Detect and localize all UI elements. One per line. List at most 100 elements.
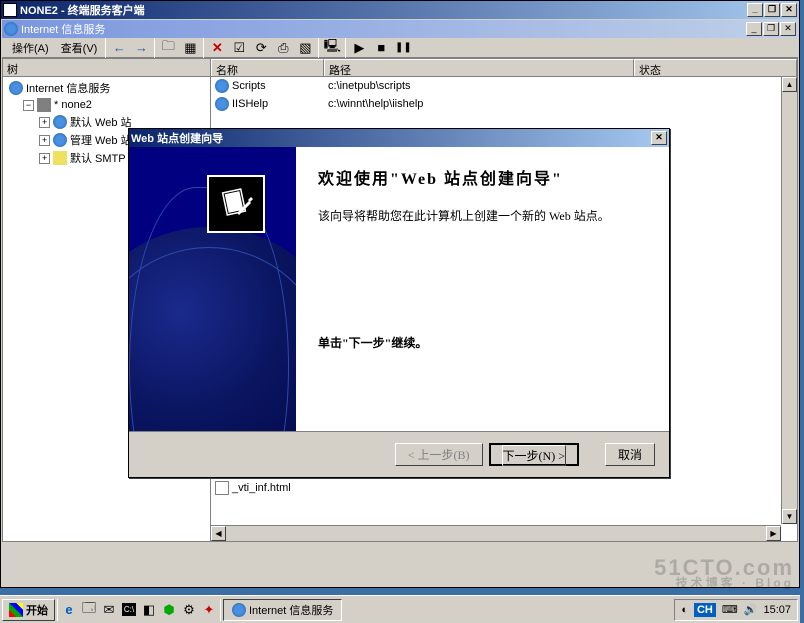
toolbar-show-button[interactable]: ▦ [179, 37, 201, 59]
inner-maximize-button[interactable]: ❐ [763, 22, 779, 36]
toolbar-back-button[interactable]: ← [108, 37, 130, 59]
expand-icon[interactable]: + [39, 117, 50, 128]
vdir-icon [215, 79, 229, 93]
cell-name: _vti_inf.html [232, 482, 291, 494]
taskbar-task-iis[interactable]: Internet 信息服务 [223, 599, 342, 621]
outer-maximize-button[interactable]: ❐ [764, 3, 780, 17]
expand-icon[interactable]: + [39, 135, 50, 146]
ql-app2-button[interactable]: ⬢ [160, 600, 178, 620]
mail-icon [53, 151, 67, 165]
ql-ie-button[interactable]: e [60, 600, 78, 620]
ime-indicator[interactable]: CH [694, 603, 716, 617]
toolbar-computer-button[interactable]: 🖳 [321, 37, 343, 59]
tree-node-computer[interactable]: − * none2 [5, 97, 208, 113]
computer-icon: 🖳 [324, 37, 341, 59]
cell-path: c:\winnt\help\iishelp [328, 98, 423, 110]
wizard-title-text: Web 站点创建向导 [131, 130, 651, 146]
tree-header: 树 [3, 59, 210, 77]
inner-titlebar[interactable]: Internet 信息服务 _ ❐ ✕ [2, 20, 798, 38]
expand-icon[interactable]: + [39, 153, 50, 164]
iis-icon [232, 603, 246, 617]
pause-icon: ❚❚ [395, 42, 412, 53]
toolbar-pause-button[interactable]: ❚❚ [392, 37, 414, 59]
app-icon: ◧ [143, 602, 155, 618]
export-icon: ⎙ [278, 40, 288, 56]
properties-icon: ☑ [234, 40, 246, 56]
ql-outlook-button[interactable]: ✉ [100, 600, 118, 620]
tree-child-label: 默认 SMTP / [70, 150, 132, 166]
wizard-next-button[interactable]: 下一步(N) > [489, 443, 579, 466]
wizard-heading: 欢迎使用"Web 站点创建向导" [318, 165, 647, 189]
start-label: 开始 [26, 602, 48, 618]
wizard-titlebar[interactable]: Web 站点创建向导 ✕ [129, 129, 669, 147]
tree-root[interactable]: Internet 信息服务 [5, 79, 208, 97]
list-row[interactable]: IISHelp c:\winnt\help\iishelp [211, 95, 797, 113]
inner-close-button[interactable]: ✕ [780, 22, 796, 36]
scrollbar-vertical[interactable]: ▲ ▼ [781, 77, 797, 524]
app-icon: ⚙ [183, 602, 195, 618]
list-row[interactable]: Scripts c:\inetpub\scripts [211, 77, 797, 95]
wizard-close-button[interactable]: ✕ [651, 131, 667, 145]
inner-title: Internet 信息服务 [21, 21, 746, 37]
menubar: 操作(A) 查看(V) ← → 🗀 ▦ ✕ ☑ ⟳ ⎙ ▧ 🖳 ▶ ■ ❚❚ [2, 38, 798, 58]
scroll-left-button[interactable]: ◀ [211, 526, 226, 541]
windows-icon [9, 603, 23, 617]
column-path[interactable]: 路径 [324, 59, 634, 76]
outer-titlebar[interactable]: NONE2 - 终端服务客户端 _ ❐ ✕ [1, 1, 799, 19]
toolbar-stop-button[interactable]: ■ [370, 37, 392, 59]
collapse-icon[interactable]: − [23, 100, 34, 111]
help-icon: ▧ [299, 40, 311, 56]
scroll-down-button[interactable]: ▼ [782, 509, 797, 524]
toolbar-forward-button[interactable]: → [130, 37, 152, 59]
column-status[interactable]: 状态 [634, 59, 797, 76]
app-icon: ⬢ [163, 602, 174, 618]
clock[interactable]: 15:07 [763, 604, 791, 616]
desktop-icon: 🗔 [82, 599, 96, 621]
outer-title: NONE2 - 终端服务客户端 [20, 2, 747, 18]
tray-sound-icon[interactable]: 🔊 [744, 603, 758, 616]
taskbar: 开始 e 🗔 ✉ C:\ ◧ ⬢ ⚙ ✦ Internet 信息服务 ◐ CH … [0, 595, 800, 623]
toolbar-play-button[interactable]: ▶ [348, 37, 370, 59]
tree-child-label: 默认 Web 站 [70, 114, 132, 130]
wizard-main: 欢迎使用"Web 站点创建向导" 该向导将帮助您在此计算机上创建一个新的 Web… [296, 147, 669, 431]
outer-minimize-button[interactable]: _ [747, 3, 763, 17]
ql-app1-button[interactable]: ◧ [140, 600, 158, 620]
show-icon: ▦ [184, 40, 196, 56]
toolbar-refresh-button[interactable]: ⟳ [250, 37, 272, 59]
scroll-up-button[interactable]: ▲ [782, 77, 797, 92]
toolbar-delete-button[interactable]: ✕ [206, 37, 228, 59]
system-tray[interactable]: ◐ CH ⌨ 🔊 15:07 [674, 599, 798, 621]
column-name[interactable]: 名称 [211, 59, 324, 76]
list-row[interactable]: _vti_inf.html [211, 479, 797, 497]
wizard-back-button: < 上一步(B) [395, 443, 483, 466]
folder-up-icon: 🗀 [162, 37, 175, 59]
tray-keyboard-icon[interactable]: ⌨ [722, 603, 738, 616]
toolbar-properties-button[interactable]: ☑ [228, 37, 250, 59]
globe-icon [9, 81, 23, 95]
scrollbar-horizontal[interactable]: ◀ ▶ [211, 525, 781, 541]
ql-app4-button[interactable]: ✦ [200, 600, 218, 620]
menu-view[interactable]: 查看(V) [55, 38, 104, 58]
tree-child-label: 管理 Web 站 [70, 132, 132, 148]
cell-name: IISHelp [232, 98, 268, 110]
cmd-icon: C:\ [122, 603, 136, 616]
wizard-cancel-button[interactable]: 取消 [605, 443, 655, 466]
play-icon: ▶ [354, 40, 364, 56]
ql-desktop-button[interactable]: 🗔 [80, 600, 98, 620]
tray-icon[interactable]: ◐ [681, 604, 688, 616]
inner-minimize-button[interactable]: _ [746, 22, 762, 36]
tree-node-label: * none2 [54, 99, 92, 111]
site-icon [53, 133, 67, 147]
scroll-right-button[interactable]: ▶ [766, 526, 781, 541]
outer-close-button[interactable]: ✕ [781, 3, 797, 17]
toolbar-export-button[interactable]: ⎙ [272, 37, 294, 59]
app-icon [3, 3, 17, 17]
ql-cmd-button[interactable]: C:\ [120, 600, 138, 620]
computer-icon [37, 98, 51, 112]
ql-app3-button[interactable]: ⚙ [180, 600, 198, 620]
start-button[interactable]: 开始 [2, 599, 55, 621]
menu-action[interactable]: 操作(A) [6, 38, 55, 58]
app-icon: ✦ [204, 602, 215, 618]
toolbar-help-button[interactable]: ▧ [294, 37, 316, 59]
toolbar-up-button[interactable]: 🗀 [157, 37, 179, 59]
